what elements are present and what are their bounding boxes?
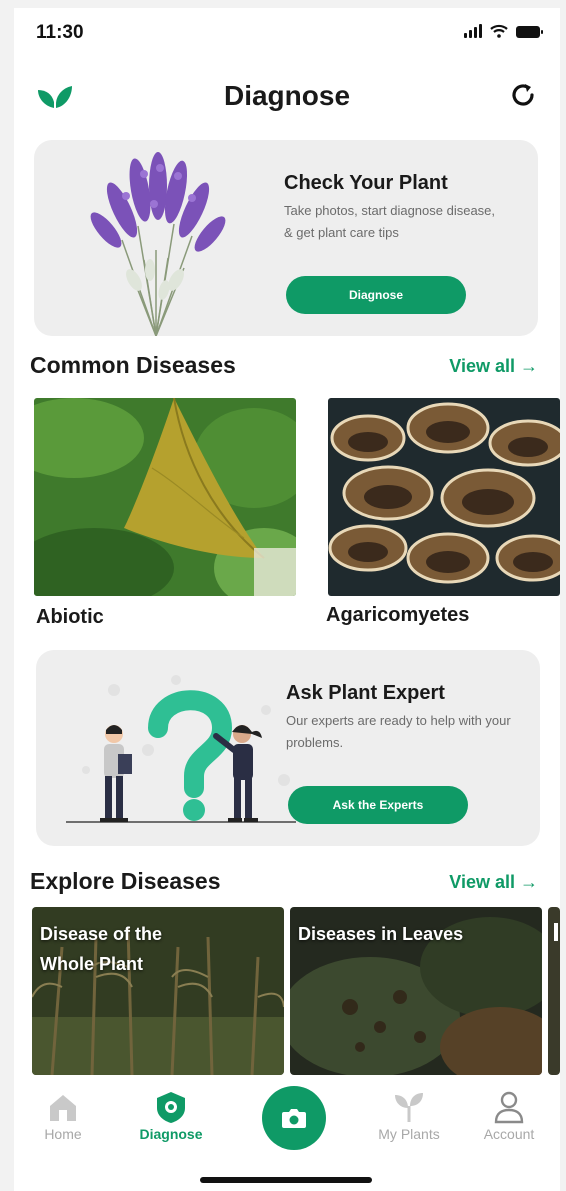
disease-image-agaricomyetes[interactable] — [328, 398, 560, 596]
common-diseases-title: Common Diseases — [30, 352, 236, 378]
nav-item-diagnose[interactable]: Diagnose — [126, 1090, 216, 1142]
ask-expert-description: Our experts are ready to help with your … — [286, 713, 511, 750]
home-icon — [50, 1095, 76, 1121]
explore-tile-partial[interactable] — [548, 907, 560, 1075]
battery-icon — [516, 26, 543, 38]
header: Diagnose — [14, 74, 560, 118]
diagnose-button[interactable]: Diagnose — [286, 276, 466, 314]
disease-label-agaricomyetes: Agaricomyetes — [326, 604, 470, 626]
nav-item-home[interactable]: Home — [18, 1090, 108, 1142]
common-diseases-view-all[interactable]: View all → — [449, 356, 538, 377]
abiotic-leaf-image — [34, 398, 296, 596]
sprout-icon — [395, 1093, 423, 1122]
disease-image-abiotic[interactable] — [34, 398, 296, 596]
status-time: 11:30 — [36, 22, 84, 43]
phone-screen: 11:30 Diagnose Check Your Plant Take pho… — [14, 8, 560, 1191]
check-plant-card: Check Your Plant Take photos, start diag… — [34, 140, 538, 336]
wifi-icon — [490, 24, 508, 38]
explore-label-leaves: Diseases in Leaves — [298, 924, 464, 944]
disease-label-abiotic: Abiotic — [36, 606, 104, 628]
explore-label-whole-plant: Disease of the Whole Plant — [40, 924, 163, 974]
camera-button[interactable] — [262, 1086, 326, 1150]
diagnose-shield-icon — [157, 1092, 185, 1123]
explore-diseases-title: Explore Diseases — [30, 868, 221, 894]
user-icon — [494, 1091, 524, 1124]
lavender-illustration — [90, 152, 226, 336]
ask-expert-card: Ask Plant Expert Our experts are ready t… — [36, 650, 540, 846]
explore-tile-leaves[interactable]: Diseases in Leaves — [290, 907, 542, 1075]
signal-icon — [464, 24, 482, 38]
check-plant-description: Take photos, start diagnose disease, & g… — [284, 203, 496, 240]
bottom-nav: Home Diagnose My Plants Account — [14, 1078, 560, 1158]
explore-diseases-view-all[interactable]: View all → — [449, 872, 538, 893]
ask-experts-button[interactable]: Ask the Experts — [288, 786, 468, 824]
status-bar: 11:30 — [14, 8, 560, 58]
nav-label-account: Account — [483, 1126, 535, 1142]
expert-illustration — [66, 675, 296, 823]
check-plant-title: Check Your Plant — [284, 172, 448, 194]
status-icons — [464, 24, 543, 38]
nav-label-my-plants: My Plants — [378, 1126, 440, 1142]
nav-label-home: Home — [44, 1126, 82, 1142]
nav-item-account[interactable]: Account — [464, 1090, 554, 1142]
ask-expert-title: Ask Plant Expert — [286, 682, 445, 704]
home-indicator — [200, 1177, 372, 1183]
page-title: Diagnose — [223, 80, 351, 111]
explore-tile-whole-plant[interactable]: Disease of the Whole Plant — [32, 907, 284, 1075]
nav-label-diagnose: Diagnose — [139, 1126, 203, 1142]
nav-item-my-plants[interactable]: My Plants — [364, 1090, 454, 1142]
camera-icon — [282, 1109, 306, 1128]
explore-label-partial — [554, 923, 558, 941]
agaricomyetes-fungus-image — [328, 398, 560, 596]
refresh-icon[interactable] — [508, 80, 538, 110]
